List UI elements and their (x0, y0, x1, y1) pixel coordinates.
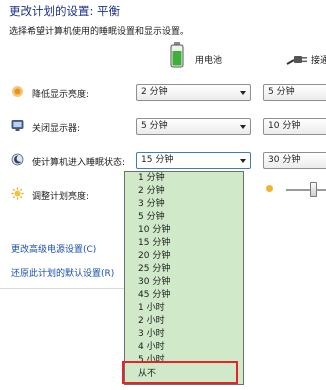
dropdown-option[interactable]: 5 分钟 (138, 212, 165, 223)
page-subtitle: 选择希望计算机使用的睡眠设置和显示设置。 (9, 27, 190, 37)
row-label-sleep: 使计算机进入睡眠状态: (32, 158, 126, 168)
brightness-low-icon (11, 85, 24, 98)
sleep-icon (11, 153, 24, 166)
chevron-down-icon (240, 159, 246, 163)
restore-defaults-link[interactable]: 还原此计划的默认设置(R) (11, 266, 114, 279)
dropdown-option[interactable]: 1 小时 (138, 303, 165, 314)
dropdown-option[interactable]: 20 分钟 (138, 251, 170, 262)
dropdown-option[interactable]: 3 分钟 (138, 199, 165, 210)
brightness-slider-track[interactable] (286, 189, 326, 191)
row-label-plan-brightness: 调整计划亮度: (32, 192, 90, 202)
highlight-box (122, 361, 238, 384)
dim-display-plugged-select[interactable]: 5 分钟 (263, 84, 326, 101)
dropdown-option[interactable]: 25 分钟 (138, 264, 170, 275)
display-off-icon (11, 119, 24, 132)
page-title: 更改计划的设置: 平衡 (9, 4, 121, 18)
select-value: 5 分钟 (141, 121, 168, 131)
select-value: 15 分钟 (141, 155, 174, 165)
dropdown-option[interactable]: 1 分钟 (138, 173, 165, 184)
dropdown-option[interactable]: 45 分钟 (138, 290, 170, 301)
divider (0, 288, 124, 289)
dropdown-option[interactable]: 10 分钟 (138, 225, 170, 236)
turn-off-display-battery-select[interactable]: 5 分钟 (136, 118, 251, 135)
brightness-low-small-icon (265, 184, 274, 193)
dropdown-option[interactable]: 4 小时 (138, 342, 165, 353)
turn-off-display-plugged-select[interactable]: 10 分钟 (263, 118, 326, 135)
sleep-options-dropdown[interactable]: 1 分钟 2 分钟 3 分钟 5 分钟 10 分钟 15 分钟 20 分钟 25… (124, 171, 244, 385)
row-label-turn-off-display: 关闭显示器: (32, 124, 81, 134)
battery-icon (170, 42, 184, 68)
sleep-battery-select[interactable]: 15 分钟 (136, 152, 251, 169)
dropdown-option[interactable]: 2 分钟 (138, 186, 165, 197)
sleep-plugged-select[interactable]: 30 分钟 (263, 152, 326, 169)
dropdown-option[interactable]: 15 分钟 (138, 238, 170, 249)
dim-display-battery-select[interactable]: 2 分钟 (136, 84, 251, 101)
column-battery: 用电池 (195, 56, 223, 66)
select-value: 30 分钟 (268, 155, 301, 165)
select-value: 10 分钟 (268, 121, 301, 131)
brightness-slider-thumb[interactable] (310, 182, 317, 197)
select-value: 2 分钟 (141, 87, 168, 97)
row-label-dim-display: 降低显示亮度: (32, 90, 90, 100)
column-plugged: 接通 (311, 56, 326, 66)
dropdown-option[interactable]: 30 分钟 (138, 277, 170, 288)
dropdown-option[interactable]: 2 小时 (138, 316, 165, 327)
plug-icon (286, 52, 308, 66)
dropdown-option[interactable]: 3 小时 (138, 329, 165, 340)
advanced-power-settings-link[interactable]: 更改高级电源设置(C) (11, 242, 96, 255)
select-value: 5 分钟 (268, 87, 295, 97)
brightness-icon (11, 187, 24, 200)
chevron-down-icon (240, 91, 246, 95)
chevron-down-icon (240, 125, 246, 129)
